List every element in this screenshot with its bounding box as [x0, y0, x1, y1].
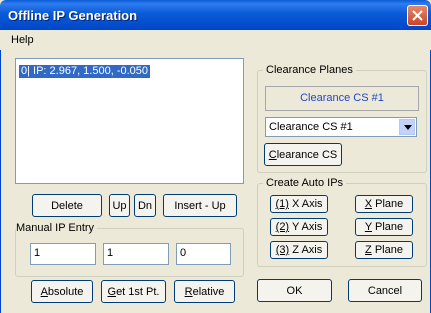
ip-listbox[interactable]: 0| IP: 2.967, 1.500, -0.050: [15, 58, 244, 184]
x-plane-label: X Plane: [364, 198, 404, 210]
down-button[interactable]: Dn: [134, 194, 156, 217]
ok-button[interactable]: OK: [257, 279, 332, 302]
menu-help[interactable]: Help: [11, 34, 34, 46]
absolute-label: Absolute: [40, 285, 84, 298]
clearance-cs-display: Clearance CS #1: [265, 86, 419, 111]
clearance-cs-select[interactable]: Clearance CS #1: [265, 117, 417, 137]
relative-button[interactable]: Relative: [174, 280, 235, 303]
insert-up-button[interactable]: Insert - Up: [163, 194, 237, 217]
window-title: Offline IP Generation: [8, 8, 138, 23]
menu-bar: Help: [0, 30, 431, 50]
relative-label: Relative: [184, 285, 225, 298]
close-button[interactable]: [407, 5, 428, 26]
delete-button[interactable]: Delete: [32, 194, 102, 217]
up-button[interactable]: Up: [109, 194, 130, 217]
dropdown-button[interactable]: [399, 119, 415, 135]
x-coordinate-field[interactable]: 1: [30, 243, 96, 265]
chevron-down-icon: [404, 125, 412, 130]
absolute-button[interactable]: Absolute: [31, 280, 93, 303]
clearance-cs-button[interactable]: Clearance CS: [264, 143, 342, 166]
get-first-point-label: Get 1st Pt.: [107, 285, 160, 298]
z-axis-button[interactable]: (3) Z Axis: [270, 241, 328, 259]
clearance-cs-selected: Clearance CS #1: [269, 121, 353, 133]
title-bar[interactable]: Offline IP Generation: [0, 0, 431, 30]
get-first-point-button[interactable]: Get 1st Pt.: [101, 280, 166, 303]
manual-ip-entry-label: Manual IP Entry: [16, 222, 98, 234]
y-plane-button[interactable]: Y Plane: [355, 218, 413, 236]
clearance-cs-button-label: Clearance CS: [268, 148, 338, 161]
y-axis-label: (2) Y Axis: [275, 221, 323, 233]
list-item[interactable]: 0| IP: 2.967, 1.500, -0.050: [19, 65, 151, 78]
z-plane-button[interactable]: Z Plane: [355, 241, 413, 259]
z-axis-label: (3) Z Axis: [275, 244, 323, 256]
y-plane-label: Y Plane: [364, 221, 404, 233]
x-axis-button[interactable]: (1) X Axis: [270, 195, 328, 213]
create-auto-ips-label: Create Auto IPs: [263, 177, 347, 189]
z-coordinate-field[interactable]: 0: [176, 243, 231, 265]
z-plane-label: Z Plane: [365, 244, 403, 256]
y-axis-button[interactable]: (2) Y Axis: [270, 218, 328, 236]
clearance-planes-label: Clearance Planes: [263, 64, 356, 76]
cancel-button[interactable]: Cancel: [348, 279, 422, 302]
x-plane-button[interactable]: X Plane: [355, 195, 413, 213]
x-axis-label: (1) X Axis: [275, 198, 323, 210]
y-coordinate-field[interactable]: 1: [103, 243, 169, 265]
close-icon: [412, 10, 423, 21]
